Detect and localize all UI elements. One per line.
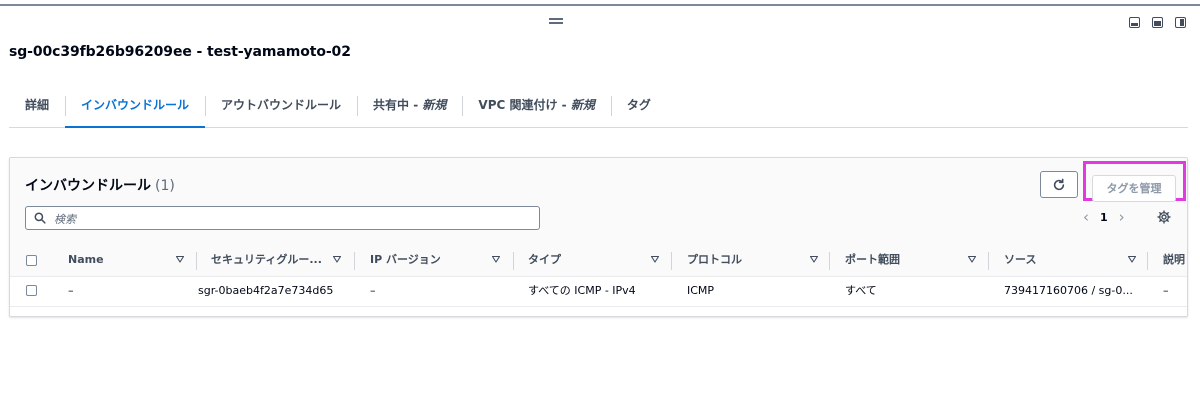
- refresh-button[interactable]: [1040, 171, 1078, 198]
- column-header-name[interactable]: Name: [68, 246, 197, 276]
- page-title: sg-00c39fb26b96209ee - test-yamamoto-02: [9, 44, 351, 60]
- caret-down-icon[interactable]: [1128, 255, 1136, 263]
- tab-bar: 詳細 インバウンドルール アウトバウンドルール 共有中 - 新規 VPC 関連付…: [9, 89, 1188, 128]
- chevron-left-icon[interactable]: ‹: [1083, 210, 1089, 225]
- cell-port-range: すべて: [845, 284, 877, 297]
- column-divider[interactable]: [354, 252, 355, 270]
- tab-vpc-associations[interactable]: VPC 関連付け - 新規: [462, 89, 610, 127]
- pagination: ‹ 1 ›: [1083, 210, 1125, 225]
- column-label: ソース: [1004, 253, 1037, 266]
- window-top-border: [0, 4, 1200, 6]
- chevron-right-icon[interactable]: ›: [1119, 210, 1125, 225]
- dock-bottom-icon[interactable]: [1129, 17, 1140, 28]
- column-divider[interactable]: [196, 252, 197, 270]
- caret-down-icon[interactable]: [651, 255, 659, 263]
- column-header-description[interactable]: 説明: [1163, 246, 1187, 276]
- gear-icon[interactable]: [1157, 210, 1171, 224]
- cell-protocol: ICMP: [687, 284, 715, 297]
- panel-layout-controls: [1129, 17, 1186, 28]
- cell-description: –: [1163, 284, 1169, 297]
- row-checkbox[interactable]: [26, 285, 37, 296]
- caret-down-icon[interactable]: [333, 255, 341, 263]
- cell-name: –: [68, 284, 74, 297]
- tab-label: アウトバウンドルール: [221, 98, 342, 112]
- cell-ip-version: –: [370, 284, 376, 297]
- column-divider[interactable]: [829, 252, 830, 270]
- rule-count: (1): [155, 178, 175, 194]
- column-label: IP バージョン: [370, 253, 441, 266]
- cell-source: 739417160706 / sg-0...: [1004, 284, 1133, 297]
- tab-label: インバウンドルール: [81, 98, 190, 112]
- search-input[interactable]: [52, 209, 526, 229]
- tab-outbound-rules[interactable]: アウトバウンドルール: [205, 89, 357, 127]
- resize-handle-icon[interactable]: [549, 18, 563, 24]
- inbound-rules-panel: インバウンドルール(1) タグを管理 ‹ 1 ›: [9, 157, 1188, 317]
- manage-tags-button[interactable]: タグを管理: [1092, 175, 1176, 202]
- caret-down-icon[interactable]: [968, 255, 976, 263]
- column-header-source[interactable]: ソース: [1004, 246, 1154, 276]
- new-badge: 新規: [422, 98, 447, 112]
- table-row[interactable]: – sgr-0baeb4f2a7e734d65 – すべての ICMP - IP…: [10, 276, 1187, 307]
- caret-down-icon[interactable]: [176, 255, 184, 263]
- page-number[interactable]: 1: [1100, 211, 1108, 224]
- tab-inbound-rules[interactable]: インバウンドルール: [65, 89, 206, 128]
- tab-tags[interactable]: タグ: [610, 89, 667, 127]
- column-header-protocol[interactable]: プロトコル: [687, 246, 830, 276]
- column-divider[interactable]: [513, 252, 514, 270]
- dock-side-icon[interactable]: [1175, 17, 1186, 28]
- panel-title: インバウンドルール (1): [25, 175, 175, 195]
- new-badge: 新規: [570, 98, 595, 112]
- search-box: [25, 206, 540, 230]
- tab-label: 詳細: [25, 98, 50, 112]
- column-header-security-group-rule[interactable]: セキュリティグルー...: [211, 246, 355, 276]
- tab-label: VPC 関連付け -: [478, 98, 571, 112]
- column-label: ポート範囲: [845, 253, 900, 266]
- column-label: 説明: [1163, 253, 1185, 266]
- column-header-ip-version[interactable]: IP バージョン: [370, 246, 514, 276]
- table-header: Name セキュリティグルー... IP バージョン タイプ プロトコル ポート…: [10, 246, 1187, 277]
- cell-security-group-rule-id: sgr-0baeb4f2a7e734d65: [198, 284, 334, 297]
- column-label: プロトコル: [687, 253, 742, 266]
- panel-header: インバウンドルール(1) タグを管理 ‹ 1 ›: [10, 158, 1187, 246]
- refresh-icon: [1053, 178, 1065, 190]
- column-divider[interactable]: [671, 252, 672, 270]
- column-label: Name: [68, 253, 104, 266]
- tab-details[interactable]: 詳細: [9, 89, 65, 127]
- tab-sharing[interactable]: 共有中 - 新規: [357, 89, 462, 127]
- column-header-type[interactable]: タイプ: [528, 246, 672, 276]
- caret-down-icon[interactable]: [810, 255, 818, 263]
- maximize-icon[interactable]: [1152, 17, 1163, 28]
- tab-label: 共有中 -: [373, 98, 423, 112]
- search-icon: [34, 212, 46, 224]
- column-divider[interactable]: [1147, 252, 1148, 270]
- column-label: タイプ: [528, 253, 561, 266]
- caret-down-icon[interactable]: [492, 255, 500, 263]
- column-divider[interactable]: [988, 252, 989, 270]
- highlight-box: タグを管理: [1083, 161, 1186, 202]
- tab-label: タグ: [626, 98, 651, 112]
- select-all-checkbox[interactable]: [26, 255, 37, 266]
- cell-type: すべての ICMP - IPv4: [528, 284, 636, 297]
- column-header-port-range[interactable]: ポート範囲: [845, 246, 989, 276]
- column-label: セキュリティグルー...: [211, 253, 322, 266]
- panel-title-text: インバウンドルール: [25, 178, 151, 194]
